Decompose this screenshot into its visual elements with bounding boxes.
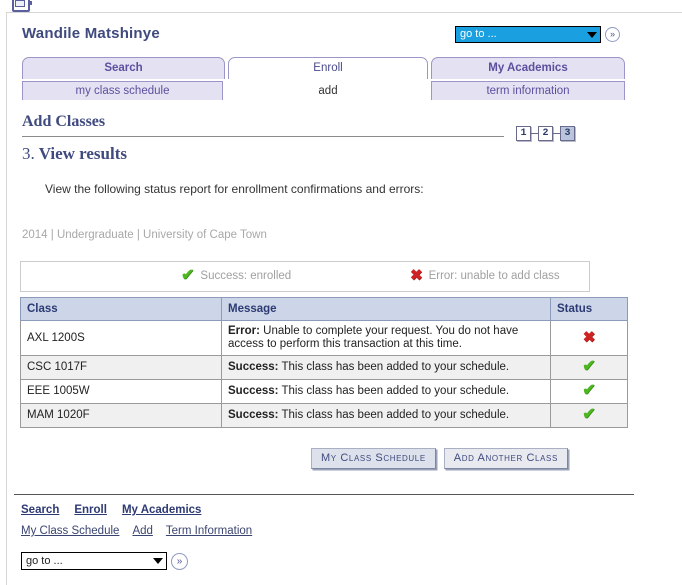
cross-icon: ✖ [410,267,423,284]
column-header-class: Class [20,297,222,321]
message-text: This class has been added to your schedu… [278,385,510,397]
add-another-class-button[interactable]: Add Another Class [443,448,568,469]
action-buttons: My Class Schedule Add Another Class [311,448,568,469]
cell-status: ✖ [550,320,628,356]
cell-class: CSC 1017F [20,355,222,380]
subtab-term-information[interactable]: term information [431,81,625,101]
goto-bottom-select-value: go to ... [26,554,63,567]
table-row: MAM 1020F Success: This class has been a… [20,403,628,428]
footer-link-add[interactable]: Add [132,525,152,537]
instructions-text: View the following status report for enr… [45,182,424,196]
page-frame-left-border [6,12,7,585]
legend-success-label: Success: enrolled [200,270,292,282]
cell-class: AXL 1200S [20,320,222,356]
goto-top-group: go to ... » [455,26,620,43]
message-label: Success: [228,409,279,421]
goto-bottom-go-button[interactable]: » [171,552,188,570]
goto-bottom-group: go to ... » [21,552,188,570]
section-heading: 3. View results [22,144,127,164]
message-label: Error: [228,325,260,337]
column-header-message: Message [221,297,551,321]
window-restore-icon [12,0,30,12]
tab-my-academics[interactable]: My Academics [431,57,625,79]
cell-class: MAM 1020F [20,403,222,428]
chevron-down-icon [587,31,597,38]
section-title: View results [38,144,127,163]
cell-message: Success: This class has been added to yo… [221,355,551,380]
section-number: 3. [22,144,35,163]
step-indicator-3: 3 [560,126,575,141]
footer-secondary-links: My Class Schedule Add Term Information [21,525,252,537]
step-connector [531,133,538,134]
table-row: EEE 1005W Success: This class has been a… [20,379,628,404]
cell-class: EEE 1005W [20,379,222,404]
check-icon: ✔ [582,406,596,423]
page-title: Add Classes [22,113,106,130]
my-class-schedule-button[interactable]: My Class Schedule [311,448,436,469]
goto-top-go-button[interactable]: » [605,27,620,42]
main-tabs: Search Enroll My Academics [22,57,625,79]
cell-message: Success: This class has been added to yo… [221,403,551,428]
page-frame-top-border [6,12,682,13]
goto-top-select[interactable]: go to ... [455,26,601,43]
goto-top-select-value: go to ... [460,28,497,40]
page-root: Wandile Matshinye go to ... » Search Enr… [0,0,682,585]
tab-enroll[interactable]: Enroll [228,57,428,79]
message-label: Success: [228,385,279,397]
sub-tabs: my class schedule add term information [22,81,625,101]
tab-search[interactable]: Search [22,57,225,79]
footer-link-enroll[interactable]: Enroll [74,504,107,516]
step-indicator-1[interactable]: 1 [516,126,531,141]
message-text: This class has been added to your schedu… [278,409,510,421]
message-label: Success: [228,361,279,373]
cell-message: Error: Unable to complete your request. … [221,320,551,356]
results-table: Class Message Status AXL 1200S Error: Un… [20,297,628,428]
chevron-down-icon [153,558,163,564]
footer-link-search[interactable]: Search [21,504,59,516]
legend-success: ✔ Success: enrolled [181,267,292,284]
column-header-status: Status [550,297,628,321]
message-text: This class has been added to your schedu… [278,361,510,373]
check-icon: ✔ [181,267,195,284]
footer-primary-links: Search Enroll My Academics [21,504,201,516]
cell-status: ✔ [550,403,628,428]
message-text: Unable to complete your request. You do … [228,325,519,350]
table-row: AXL 1200S Error: Unable to complete your… [20,320,628,356]
subtab-my-class-schedule[interactable]: my class schedule [22,81,223,101]
legend-error: ✖ Error: unable to add class [410,267,560,284]
cell-status: ✔ [550,379,628,404]
footer-link-term-information[interactable]: Term Information [166,525,252,537]
status-legend: ✔ Success: enrolled ✖ Error: unable to a… [20,261,590,292]
table-row: CSC 1017F Success: This class has been a… [20,355,628,380]
title-divider [22,136,504,137]
page-title-username: Wandile Matshinye [22,25,160,42]
footer-link-my-academics[interactable]: My Academics [122,504,201,516]
cell-message: Success: This class has been added to yo… [221,379,551,404]
footer-divider [14,494,634,495]
subtab-add[interactable]: add [229,81,427,101]
check-icon: ✔ [582,382,596,399]
step-indicator-2[interactable]: 2 [538,126,553,141]
cross-icon: ✖ [582,328,596,346]
table-header-row: Class Message Status [20,297,628,321]
tabs-baseline [22,100,625,101]
check-icon: ✔ [582,358,596,375]
term-context-line: 2014 | Undergraduate | University of Cap… [22,229,267,241]
step-indicator: 1 2 3 [516,126,575,141]
footer-link-my-class-schedule[interactable]: My Class Schedule [21,525,119,537]
goto-bottom-select[interactable]: go to ... [21,552,167,570]
cell-status: ✔ [550,355,628,380]
legend-error-label: Error: unable to add class [428,270,560,282]
step-connector [553,133,560,134]
window-decoration-icon [30,1,32,5]
